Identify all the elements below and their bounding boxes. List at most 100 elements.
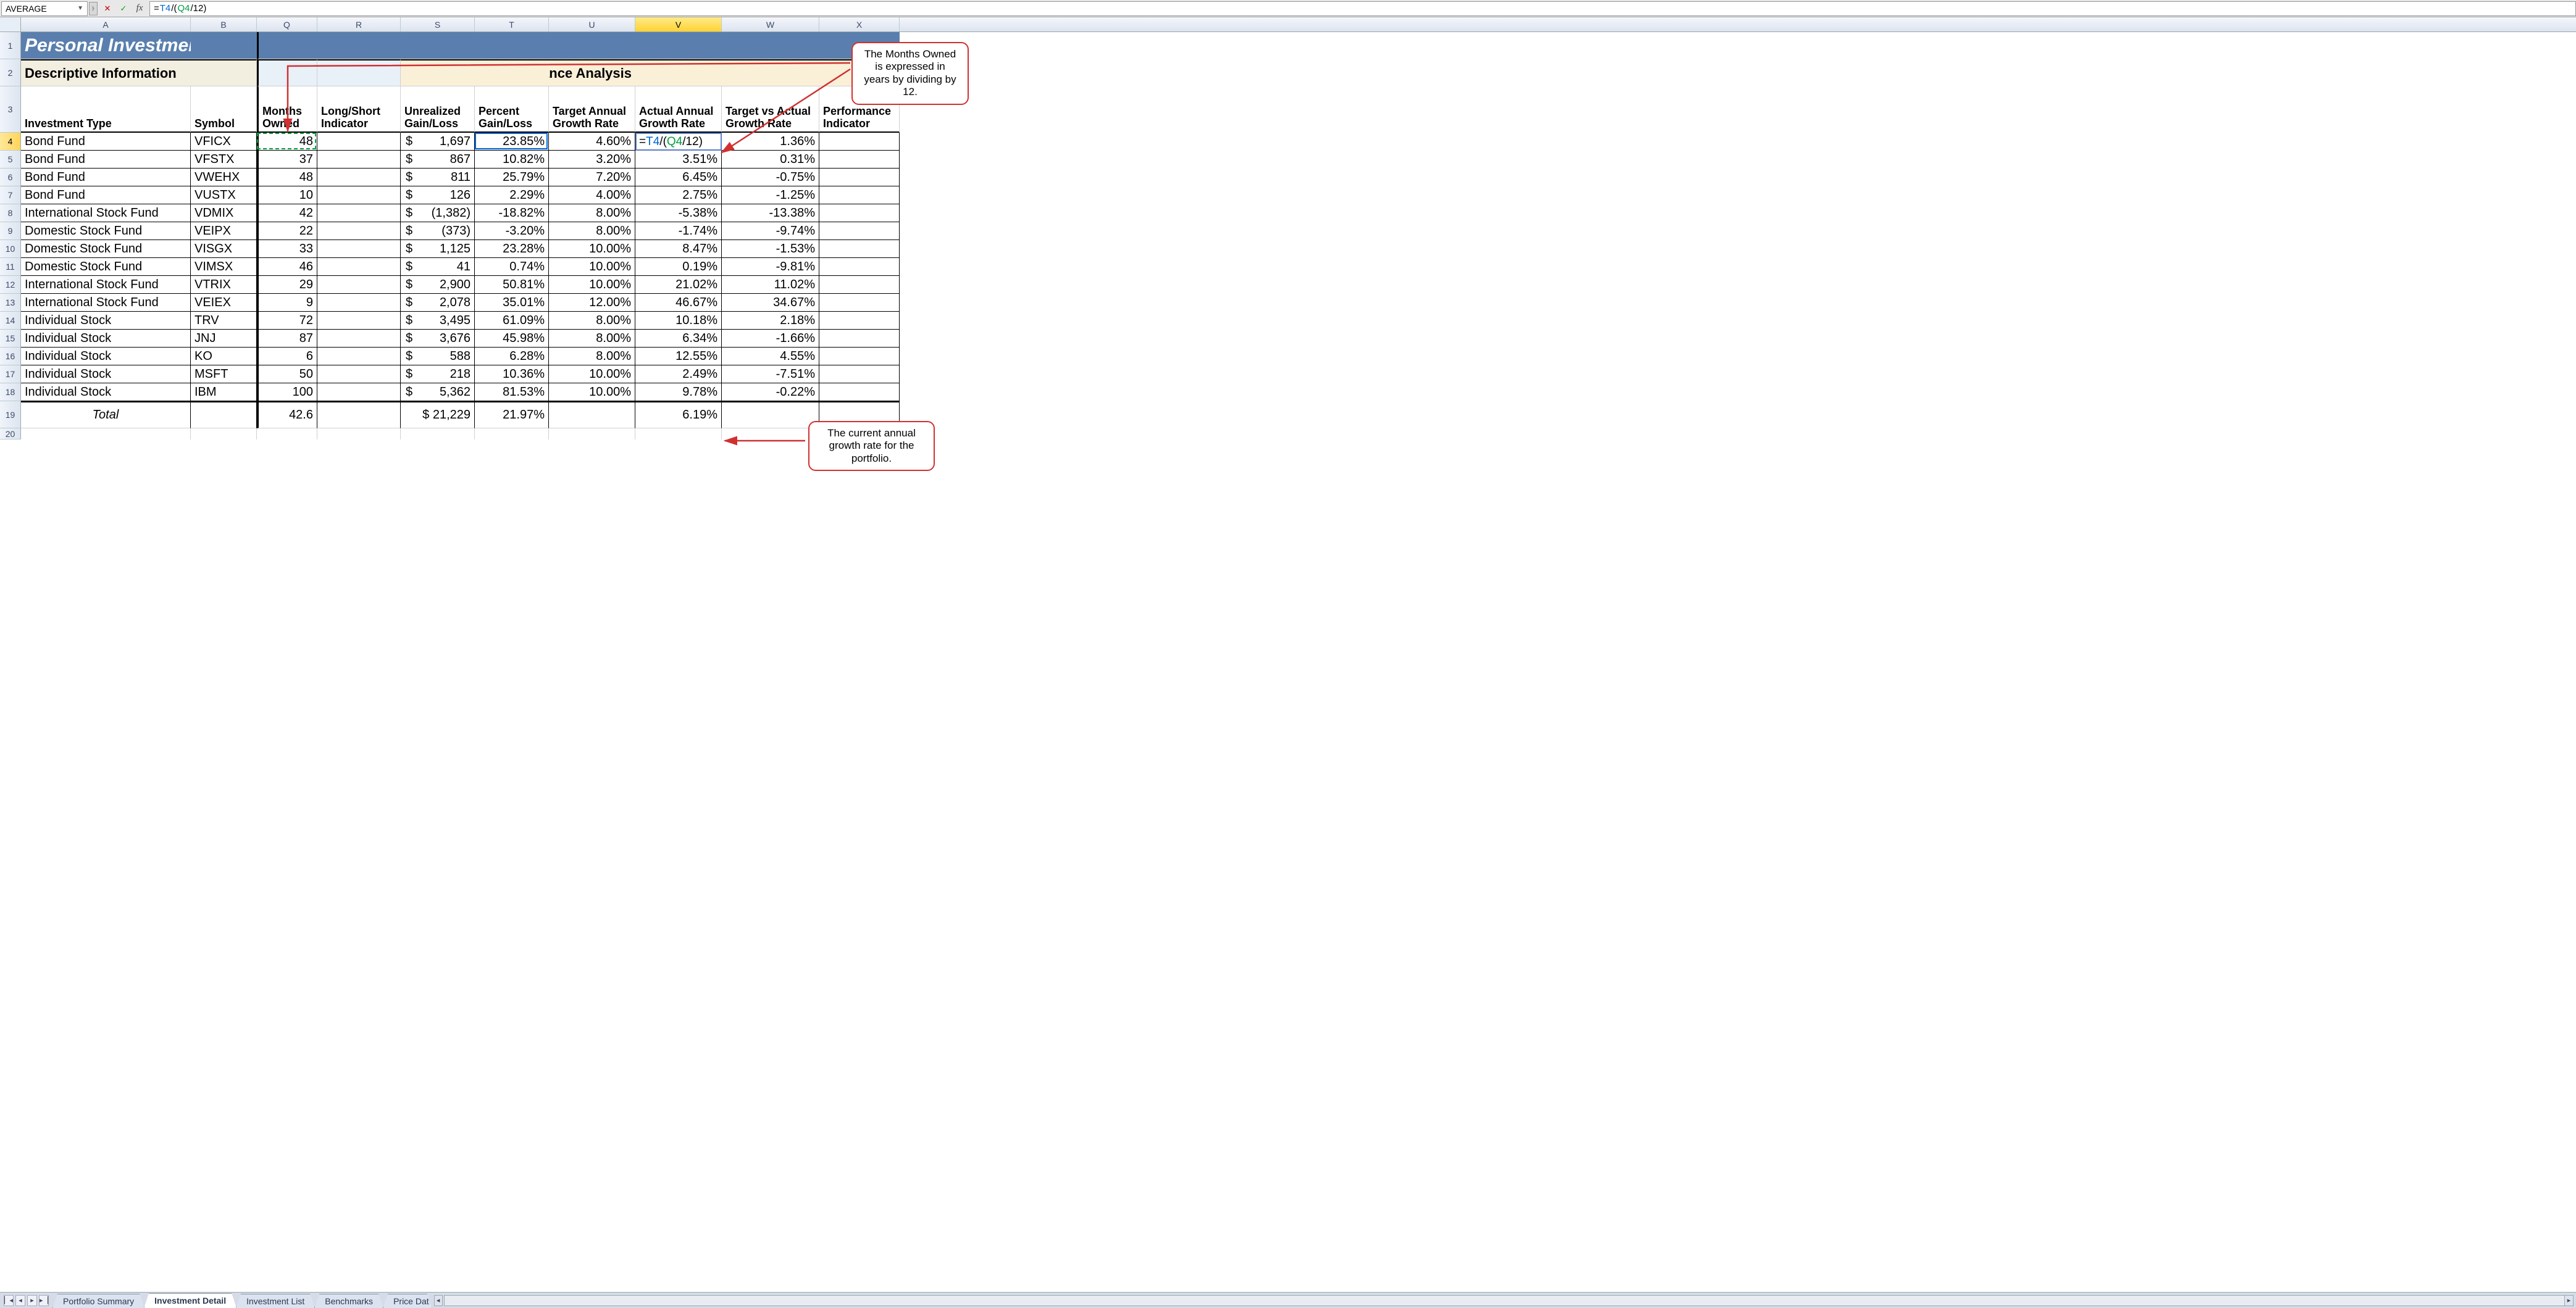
cell-type[interactable]: Individual Stock	[21, 312, 191, 330]
cell-gain[interactable]: $(1,382)	[401, 204, 475, 222]
cell-gain[interactable]: $41	[401, 258, 475, 276]
cell-symbol[interactable]: VTRIX	[191, 276, 257, 294]
cell-symbol[interactable]: VWEHX	[191, 169, 257, 186]
cell-gain[interactable]: $1,125	[401, 240, 475, 258]
cell-target[interactable]: 7.20%	[549, 169, 635, 186]
cell-symbol[interactable]: VEIEX	[191, 294, 257, 312]
cell-s2[interactable]	[401, 59, 475, 86]
cell-w2[interactable]	[722, 59, 819, 86]
cell-pct[interactable]: 23.28%	[475, 240, 549, 258]
cell-V[interactable]: 10.18%	[635, 312, 722, 330]
cell-pct[interactable]: 61.09%	[475, 312, 549, 330]
cell-type[interactable]: International Stock Fund	[21, 204, 191, 222]
cell-V[interactable]: 2.75%	[635, 186, 722, 204]
cell-w20[interactable]	[722, 428, 819, 439]
total-actual-rate[interactable]: 6.19%	[635, 401, 722, 428]
cell-months[interactable]: 48	[257, 133, 317, 151]
col-header-R[interactable]: R	[317, 17, 401, 31]
cell-longshort[interactable]	[317, 312, 401, 330]
cell-months[interactable]: 42	[257, 204, 317, 222]
cell-longshort[interactable]	[317, 186, 401, 204]
cell-tva[interactable]: 1.36%	[722, 133, 819, 151]
cell-u20[interactable]	[549, 428, 635, 439]
cancel-formula-button[interactable]: ✕	[101, 2, 114, 15]
cell-target[interactable]: 8.00%	[549, 204, 635, 222]
hscroll-left-icon[interactable]: ◂	[434, 1295, 443, 1306]
cell-symbol[interactable]: KO	[191, 348, 257, 365]
cell-tva[interactable]: -9.74%	[722, 222, 819, 240]
cell-V[interactable]: -5.38%	[635, 204, 722, 222]
cell-symbol[interactable]: TRV	[191, 312, 257, 330]
cell-perf[interactable]	[819, 186, 900, 204]
select-all-corner[interactable]	[0, 17, 21, 31]
col-header-S[interactable]: S	[401, 17, 475, 31]
cell-perf[interactable]	[819, 151, 900, 169]
cell-type[interactable]: Bond Fund	[21, 133, 191, 151]
cell-months[interactable]: 46	[257, 258, 317, 276]
cell-longshort[interactable]	[317, 258, 401, 276]
row-header-7[interactable]: 7	[0, 186, 21, 204]
cell-perf[interactable]	[819, 348, 900, 365]
cell-tva[interactable]: 11.02%	[722, 276, 819, 294]
cell-V[interactable]: -1.74%	[635, 222, 722, 240]
cell-pct[interactable]: 0.74%	[475, 258, 549, 276]
cell-type[interactable]: International Stock Fund	[21, 276, 191, 294]
cell-type[interactable]: Domestic Stock Fund	[21, 258, 191, 276]
cell-type[interactable]: Bond Fund	[21, 186, 191, 204]
cell-months[interactable]: 6	[257, 348, 317, 365]
cell-b19[interactable]	[191, 401, 257, 428]
cell-gain[interactable]: $5,362	[401, 383, 475, 401]
col-header-A[interactable]: A	[21, 17, 191, 31]
cell-pct[interactable]: -18.82%	[475, 204, 549, 222]
row-header-13[interactable]: 13	[0, 294, 21, 312]
cell-perf[interactable]	[819, 276, 900, 294]
cell-V4-editing[interactable]: =T4/(Q4/12)	[635, 133, 722, 151]
cell-q20[interactable]	[257, 428, 317, 439]
cell-pct[interactable]: 25.79%	[475, 169, 549, 186]
cell-months[interactable]: 100	[257, 383, 317, 401]
cell-gain[interactable]: $(373)	[401, 222, 475, 240]
worksheet-tab[interactable]: Portfolio Summary	[52, 1294, 144, 1308]
cell-v20[interactable]	[635, 428, 722, 439]
cell-a20[interactable]	[21, 428, 191, 439]
cell-longshort[interactable]	[317, 204, 401, 222]
cell-r2[interactable]	[317, 59, 401, 86]
cell-tva[interactable]: -9.81%	[722, 258, 819, 276]
tab-nav-next[interactable]: ▸	[27, 1295, 37, 1306]
cell-gain[interactable]: $3,676	[401, 330, 475, 348]
cell-v2[interactable]	[635, 59, 722, 86]
formula-input[interactable]: =T4/(Q4/12)	[149, 1, 2576, 16]
cell-longshort[interactable]	[317, 151, 401, 169]
col-header-V[interactable]: V	[635, 17, 722, 31]
cell-pct[interactable]: 81.53%	[475, 383, 549, 401]
col-label-months[interactable]: Months Owned	[257, 86, 317, 133]
col-label-longshort[interactable]: Long/Short Indicator	[317, 86, 401, 133]
cell-longshort[interactable]	[317, 383, 401, 401]
cell-s20[interactable]	[401, 428, 475, 439]
cell-symbol[interactable]: JNJ	[191, 330, 257, 348]
cell-longshort[interactable]	[317, 169, 401, 186]
cell-tva[interactable]: 4.55%	[722, 348, 819, 365]
cell-b20[interactable]	[191, 428, 257, 439]
cell-type[interactable]: Individual Stock	[21, 330, 191, 348]
cell-gain[interactable]: $218	[401, 365, 475, 383]
cell-V[interactable]: 12.55%	[635, 348, 722, 365]
cell-longshort[interactable]	[317, 240, 401, 258]
cell-months[interactable]: 87	[257, 330, 317, 348]
cell-target[interactable]: 10.00%	[549, 276, 635, 294]
cell-t1[interactable]	[475, 32, 549, 59]
cell-target[interactable]: 12.00%	[549, 294, 635, 312]
cell-perf[interactable]	[819, 330, 900, 348]
cell-V[interactable]: 46.67%	[635, 294, 722, 312]
cell-V[interactable]: 6.45%	[635, 169, 722, 186]
name-box[interactable]: AVERAGE ▼	[1, 1, 88, 16]
cell-symbol[interactable]: MSFT	[191, 365, 257, 383]
tab-nav-prev[interactable]: ◂	[15, 1295, 25, 1306]
cell-perf[interactable]	[819, 222, 900, 240]
cell-gain[interactable]: $3,495	[401, 312, 475, 330]
cell-pct[interactable]: -3.20%	[475, 222, 549, 240]
total-months[interactable]: 42.6	[257, 401, 317, 428]
cell-u1[interactable]	[549, 32, 635, 59]
cell-target[interactable]: 10.00%	[549, 240, 635, 258]
col-header-Q[interactable]: Q	[257, 17, 317, 31]
